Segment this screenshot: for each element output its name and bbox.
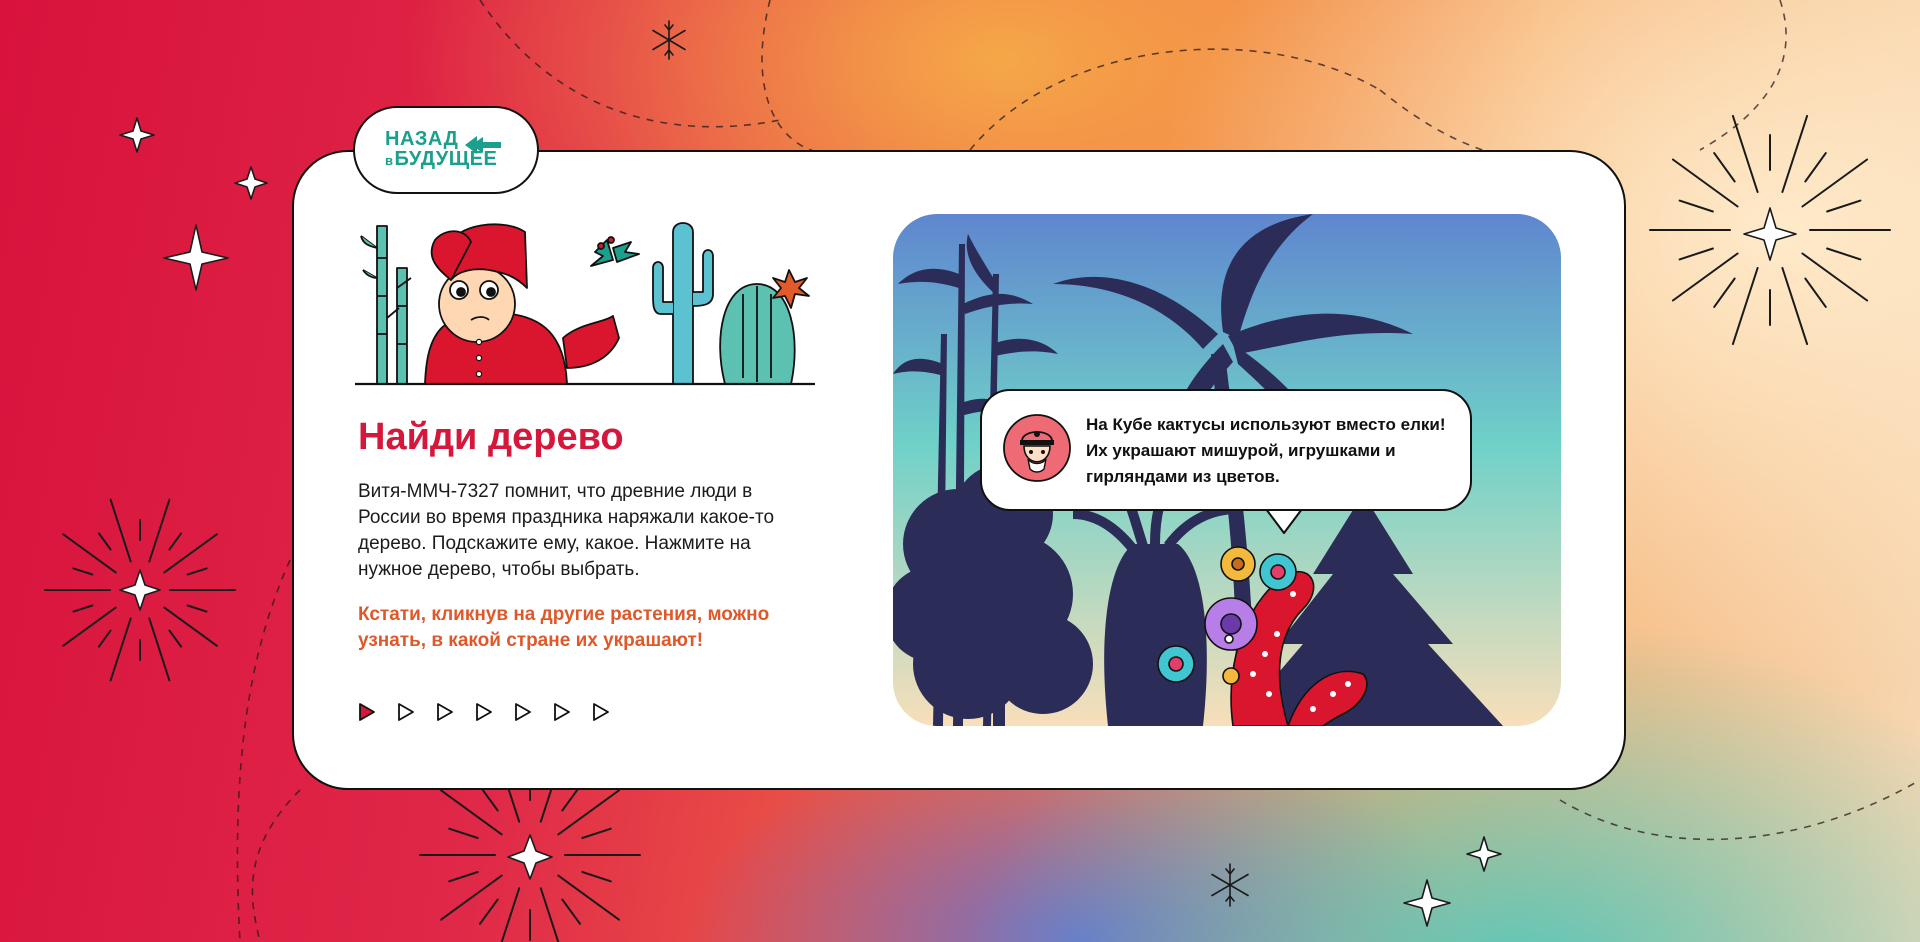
pager-step-7[interactable] — [592, 702, 610, 722]
step-pager — [358, 702, 610, 722]
logo-line-2-small: в — [385, 153, 394, 168]
pager-step-6[interactable] — [553, 702, 571, 722]
sparkle-icon — [507, 834, 553, 880]
pager-step-1[interactable] — [358, 702, 376, 722]
bamboo-plant[interactable] — [360, 225, 412, 385]
cactus-round[interactable] — [719, 269, 810, 385]
task-hint: Кстати, кликнув на другие растения, можн… — [358, 604, 770, 651]
back-to-future-logo[interactable]: НАЗАД вБУДУЩЕЕ — [353, 106, 539, 194]
sparkle-icon — [1743, 207, 1797, 261]
sparkle-icon — [119, 117, 155, 153]
logo-line-1: НАЗАД — [385, 128, 459, 150]
cactus-tall[interactable] — [652, 222, 714, 385]
bubble-text: На Кубе кактусы используют вместо елки! … — [1086, 415, 1446, 486]
sparkle-icon — [1466, 836, 1502, 872]
sparkle-icon — [119, 569, 161, 611]
sparkle-icon — [234, 166, 268, 200]
arrow-tree-icon — [465, 136, 501, 154]
task-description: Витя-ММЧ-7327 помнит, что древние люди в… — [358, 481, 775, 580]
holly-sprig — [590, 236, 640, 267]
sparkle-icon — [1403, 879, 1451, 927]
pager-step-2[interactable] — [397, 702, 415, 722]
sparkle-icon — [163, 224, 229, 291]
snowflake-icon — [1211, 863, 1249, 907]
police-robot-avatar-icon — [1003, 414, 1071, 482]
task-title: Найди дерево — [358, 416, 624, 458]
snowflake-icon — [652, 20, 686, 60]
logo-line-2: вБУДУЩЕЕ — [385, 149, 537, 171]
speech-bubble: На Кубе кактусы используют вместо елки! … — [980, 389, 1472, 511]
character-illustration — [355, 222, 815, 386]
bubble-tail — [1265, 507, 1303, 534]
pager-step-5[interactable] — [514, 702, 532, 722]
pager-step-3[interactable] — [436, 702, 454, 722]
boy-character — [424, 223, 620, 385]
pager-step-4[interactable] — [475, 702, 493, 722]
